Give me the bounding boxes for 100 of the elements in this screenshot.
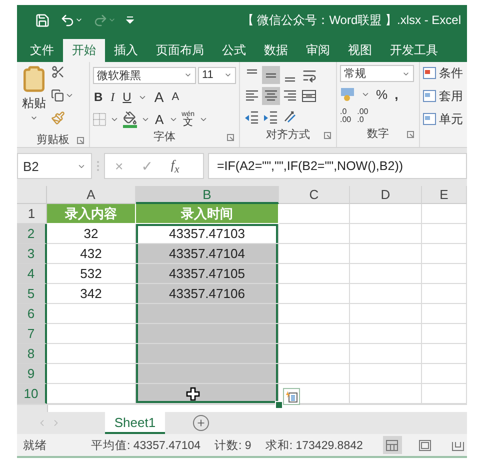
window-title: 【 微信公众号：Word联盟 】.xlsx - Excel — [242, 12, 461, 28]
row-header[interactable]: 7 — [17, 324, 47, 344]
decrease-font-size-button[interactable]: A — [170, 92, 180, 102]
name-box[interactable]: B2 — [17, 153, 92, 179]
sheet-tab[interactable]: Sheet1 — [105, 412, 165, 434]
styles-button[interactable]: 单元 — [423, 111, 463, 128]
ribbon-tab[interactable]: 文件 — [21, 39, 63, 62]
header-cell: 录入内容 — [47, 204, 136, 224]
row-header[interactable]: 2 — [17, 224, 47, 244]
column-header[interactable]: D — [350, 186, 422, 204]
table-cell — [422, 284, 467, 304]
dialog-launcher-icon[interactable] — [407, 131, 414, 138]
table-cell — [350, 324, 422, 344]
borders-icon[interactable] — [93, 112, 106, 126]
font-name-field[interactable]: 微软雅黑 — [93, 66, 196, 84]
customize-toolbar-icon[interactable] — [126, 15, 134, 25]
column-header[interactable]: B — [136, 186, 279, 204]
bold-button[interactable]: B — [93, 91, 104, 103]
group-label: 剪贴板 — [36, 132, 70, 147]
styles-button[interactable]: 套用 — [423, 88, 463, 105]
dropdown-caret-icon — [224, 71, 232, 79]
underline-button[interactable]: U — [122, 91, 132, 103]
fill-handle[interactable] — [275, 401, 283, 409]
table-cell — [350, 344, 422, 364]
font-size-field[interactable]: 11 — [198, 66, 236, 84]
table-cell: 342 — [47, 284, 136, 304]
table-cell: 43357.47105 — [136, 264, 279, 284]
average-readout: 平均值: 43357.47104 — [91, 438, 201, 452]
copy-icon[interactable] — [51, 88, 64, 102]
dropdown-caret-icon — [30, 114, 38, 122]
table-cell — [279, 364, 350, 384]
row-header[interactable]: 3 — [17, 244, 47, 264]
ribbon-tab[interactable]: 开发工具 — [381, 39, 447, 62]
table-cell — [350, 264, 422, 284]
table-cell — [422, 244, 467, 264]
table-style-icon — [423, 113, 437, 126]
dialog-launcher-icon[interactable] — [227, 134, 234, 141]
count-readout: 计数: 9 — [214, 438, 252, 452]
table-cell — [350, 244, 422, 264]
cut-icon[interactable] — [51, 65, 65, 79]
paste-button[interactable]: 粘贴 — [20, 65, 48, 132]
dropdown-caret-icon — [184, 71, 192, 79]
number-format-field[interactable]: 常规 — [340, 65, 414, 82]
group-label: 对齐方式 — [266, 128, 310, 142]
styles-button[interactable]: 条件 — [423, 65, 463, 82]
save-icon[interactable] — [35, 12, 50, 28]
grip-icon — [96, 159, 100, 173]
group-label: 字体 — [154, 130, 176, 144]
table-cell — [422, 324, 467, 344]
ribbon-tab[interactable]: 视图 — [339, 39, 381, 62]
percent-button[interactable]: % — [375, 88, 389, 100]
row-header[interactable]: 5 — [17, 284, 47, 304]
ribbon-tab[interactable]: 开始 — [63, 39, 105, 62]
table-style-icon — [423, 90, 437, 103]
row-header[interactable]: 8 — [17, 344, 47, 364]
table-cell — [350, 204, 422, 224]
quick-analysis-button[interactable] — [283, 388, 300, 405]
ribbon-tab[interactable]: 审阅 — [297, 39, 339, 62]
table-cell — [279, 304, 350, 324]
increase-font-size-button[interactable]: A — [153, 90, 165, 104]
ribbon-tab[interactable]: 数据 — [255, 39, 297, 62]
table-cell — [422, 264, 467, 284]
row-header[interactable]: 6 — [17, 304, 47, 324]
column-header[interactable]: E — [422, 186, 467, 204]
dialog-launcher-icon[interactable] — [324, 132, 331, 139]
table-cell — [350, 304, 422, 324]
insert-function-button[interactable]: f$_{x}$ — [170, 156, 180, 176]
table-cell — [350, 364, 422, 384]
cursor-icon — [186, 387, 200, 401]
ribbon-tab[interactable]: 页面布局 — [147, 39, 213, 62]
row-header[interactable]: 9 — [17, 364, 47, 384]
table-cell — [422, 224, 467, 244]
italic-button[interactable]: I — [110, 91, 116, 103]
table-cell — [422, 204, 467, 224]
normal-view-icon[interactable] — [382, 436, 402, 454]
increase-decimal-button[interactable]: .0 .00 — [340, 108, 352, 124]
table-cell — [279, 224, 350, 244]
column-header[interactable]: C — [279, 186, 350, 204]
fill-color-icon[interactable] — [123, 110, 137, 128]
row-header[interactable]: 10 — [17, 384, 47, 404]
table-cell — [422, 344, 467, 364]
decrease-decimal-button[interactable]: .00 .0 — [357, 108, 368, 124]
row-header[interactable]: 4 — [17, 264, 47, 284]
ribbon-tab[interactable]: 插入 — [105, 39, 147, 62]
ribbon-tab[interactable]: 公式 — [213, 39, 255, 62]
table-cell — [279, 204, 350, 224]
font-color-button[interactable]: A — [154, 112, 165, 126]
row-header[interactable]: 1 — [17, 204, 47, 224]
header-cell: 录入时间 — [136, 204, 279, 224]
sum-readout: 求和: 173429.8842 — [265, 438, 363, 452]
dialog-launcher-icon[interactable] — [77, 137, 84, 144]
table-cell: 43357.47104 — [136, 244, 279, 264]
undo-icon[interactable] — [60, 12, 83, 28]
table-cell — [350, 224, 422, 244]
table-cell — [279, 244, 350, 264]
column-header[interactable]: A — [47, 186, 136, 204]
table-cell: 32 — [47, 224, 136, 244]
group-label: 数字 — [367, 126, 389, 141]
comma-style-button[interactable]: , — [394, 88, 400, 100]
formula-field[interactable]: =IF(A2="","",IF(B2="",NOW(),B2)) — [208, 153, 467, 179]
